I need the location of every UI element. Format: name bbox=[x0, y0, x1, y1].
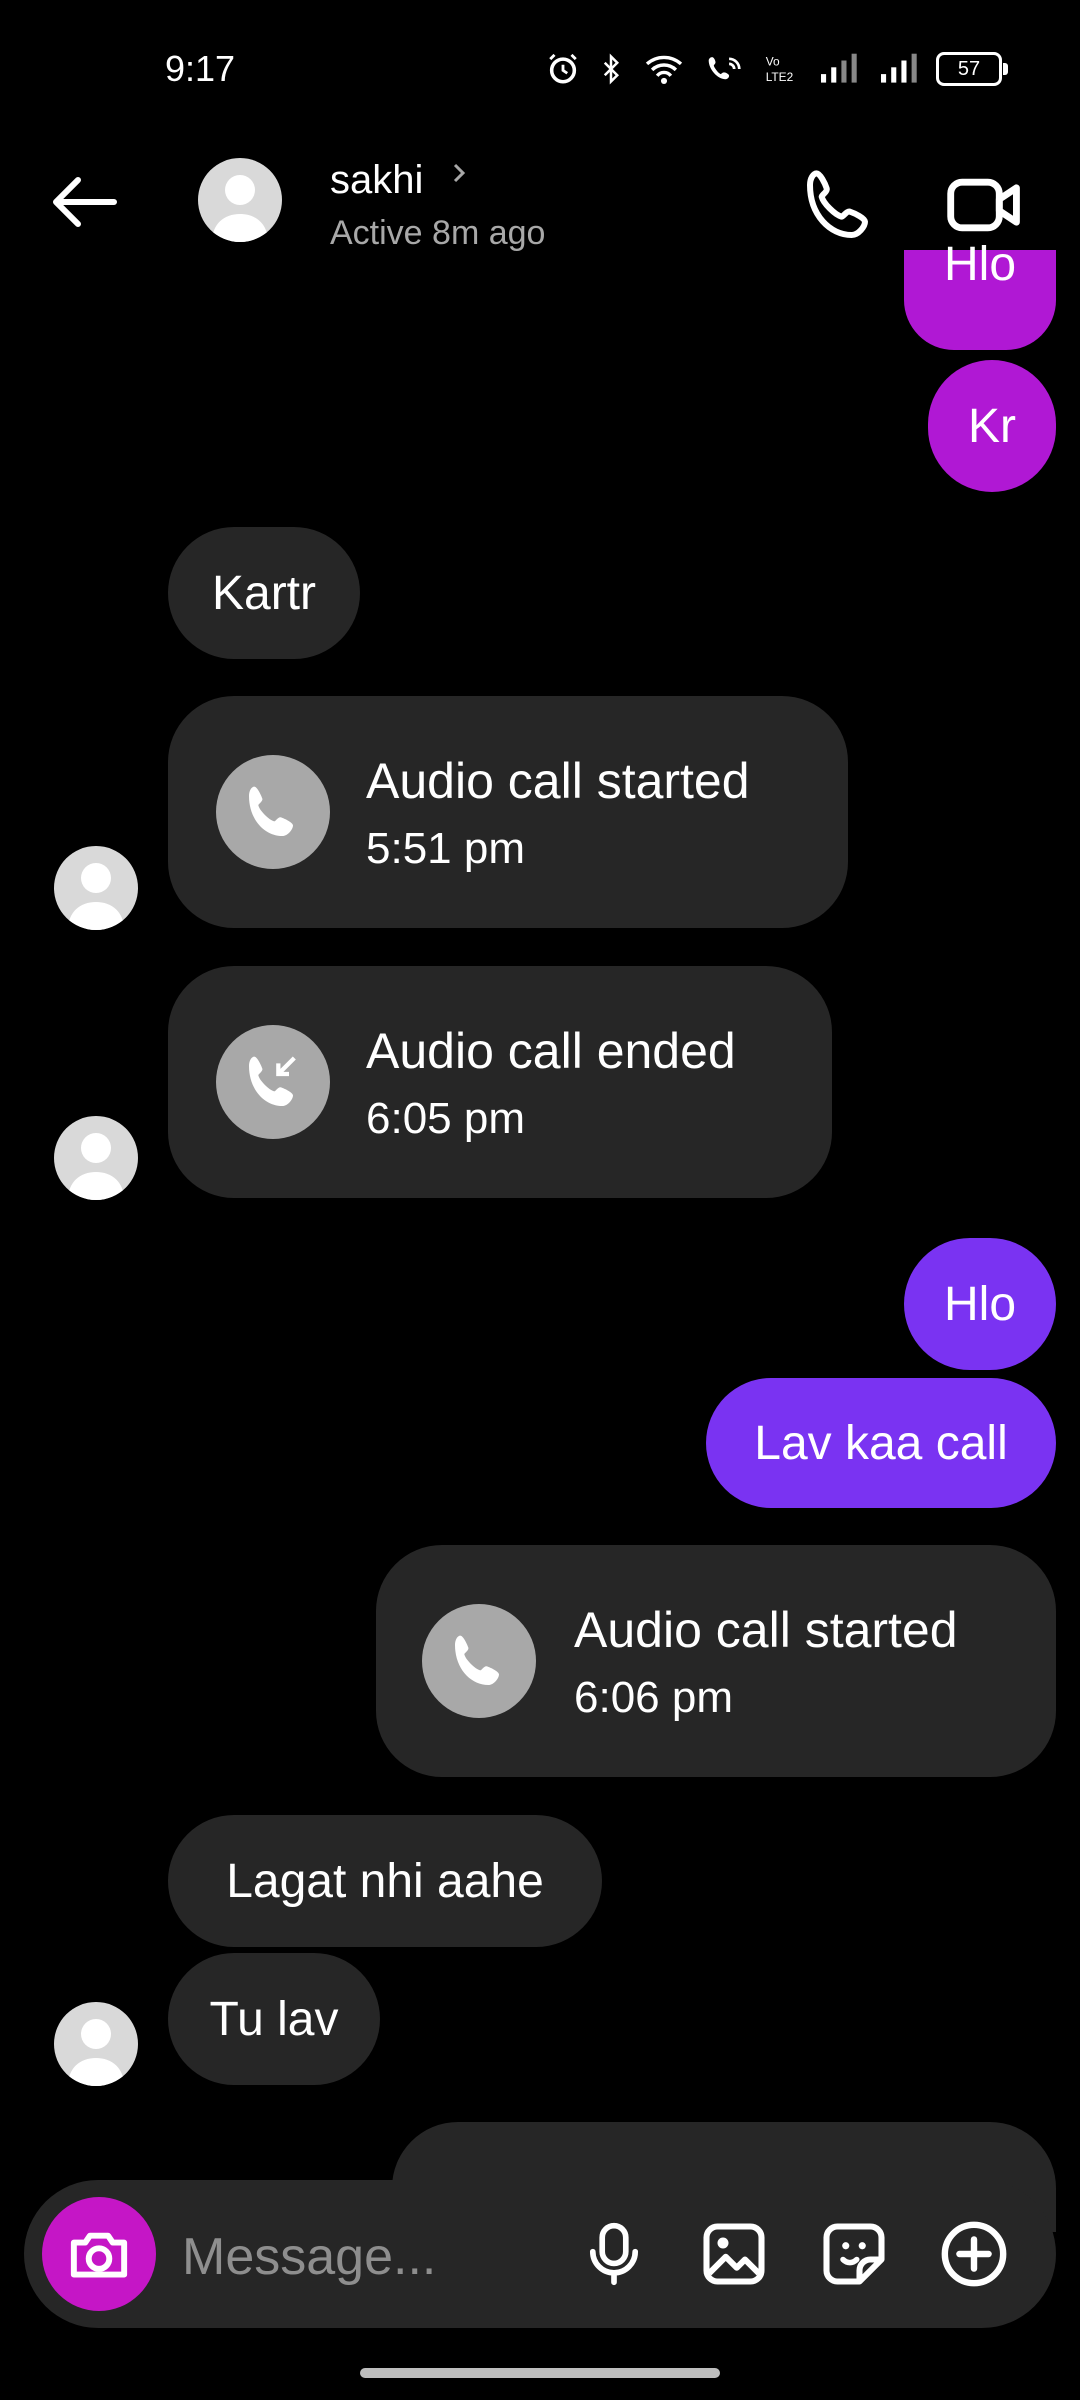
message-bubble-sent[interactable]: Hlo bbox=[904, 1238, 1056, 1370]
wifi-icon bbox=[645, 55, 683, 84]
phone-icon bbox=[249, 786, 293, 836]
call-time: 6:06 pm bbox=[574, 1673, 733, 1722]
message-text: Hlo bbox=[943, 1277, 1017, 1331]
message-text: Tu lav bbox=[209, 1992, 339, 2046]
call-title: Audio call started bbox=[366, 753, 750, 809]
active-status: Active 8m ago bbox=[330, 214, 546, 252]
sticker-icon bbox=[823, 2223, 885, 2285]
camera-icon bbox=[70, 2232, 128, 2278]
call-time: 5:51 pm bbox=[366, 824, 525, 873]
call-title: Audio call ended bbox=[366, 1023, 736, 1079]
call-title: Audio call started bbox=[574, 1602, 958, 1658]
call-time: 6:05 pm bbox=[366, 1094, 525, 1143]
alarm-icon bbox=[549, 53, 577, 84]
message-bubble-sent[interactable]: Lav kaa call bbox=[706, 1378, 1056, 1508]
message-text: Kartr bbox=[211, 566, 316, 620]
bluetooth-icon bbox=[603, 53, 620, 85]
back-arrow-icon[interactable] bbox=[48, 172, 120, 232]
message-text: Lav kaa call bbox=[754, 1416, 1008, 1470]
microphone-button[interactable] bbox=[574, 2214, 654, 2294]
contact-name[interactable]: sakhi bbox=[330, 158, 423, 203]
message-text: Kr bbox=[968, 399, 1016, 453]
message-bubble-sent[interactable]: Hlo bbox=[904, 238, 1056, 350]
message-text: Hlo bbox=[943, 238, 1017, 291]
call-card[interactable]: Audio call started 5:51 pm bbox=[168, 696, 848, 928]
call-icon-circle bbox=[216, 755, 330, 869]
image-icon bbox=[703, 2223, 765, 2285]
message-bubble-sent[interactable]: Kr bbox=[928, 360, 1056, 492]
volte-icon: VoLTE2 bbox=[766, 55, 794, 84]
signal-icon bbox=[821, 53, 857, 83]
plus-circle-icon bbox=[941, 2221, 1007, 2287]
svg-text:Vo: Vo bbox=[766, 55, 780, 69]
avatar[interactable] bbox=[198, 158, 282, 242]
chevron-right-icon[interactable] bbox=[448, 162, 470, 184]
phone-call-icon[interactable] bbox=[800, 165, 880, 245]
phone-icon bbox=[455, 1635, 499, 1685]
signal-icon-2 bbox=[881, 53, 917, 83]
message-text: Lagat nhi aahe bbox=[226, 1854, 544, 1908]
missed-call-icon bbox=[249, 1055, 297, 1106]
message-bubble-received[interactable]: Lagat nhi aahe bbox=[168, 1815, 602, 1947]
wifi-calling-icon bbox=[708, 57, 741, 80]
status-time: 9:17 bbox=[165, 48, 236, 89]
avatar[interactable] bbox=[54, 1116, 138, 1200]
battery-indicator: 57 bbox=[936, 52, 1008, 86]
more-options-button[interactable] bbox=[934, 2214, 1014, 2294]
message-bubble-received[interactable]: Tu lav bbox=[168, 1953, 380, 2085]
message-bubble-received[interactable]: Kartr bbox=[168, 527, 360, 659]
svg-text:LTE2: LTE2 bbox=[766, 70, 794, 84]
sticker-button[interactable] bbox=[814, 2214, 894, 2294]
status-icons: Vo LTE2 57 bbox=[546, 52, 1008, 86]
call-card[interactable]: Audio call started 6:06 pm bbox=[376, 1545, 1056, 1777]
call-icon-circle bbox=[422, 1604, 536, 1718]
gallery-button[interactable] bbox=[694, 2214, 774, 2294]
camera-button[interactable] bbox=[42, 2197, 156, 2311]
microphone-icon bbox=[589, 2222, 639, 2286]
call-icon-circle bbox=[216, 1025, 330, 1139]
home-indicator bbox=[360, 2368, 720, 2378]
video-call-icon[interactable] bbox=[945, 170, 1025, 240]
message-input[interactable] bbox=[180, 2218, 564, 2296]
avatar[interactable] bbox=[54, 846, 138, 930]
avatar[interactable] bbox=[54, 2002, 138, 2086]
call-card[interactable]: Audio call ended 6:05 pm bbox=[168, 966, 832, 1198]
